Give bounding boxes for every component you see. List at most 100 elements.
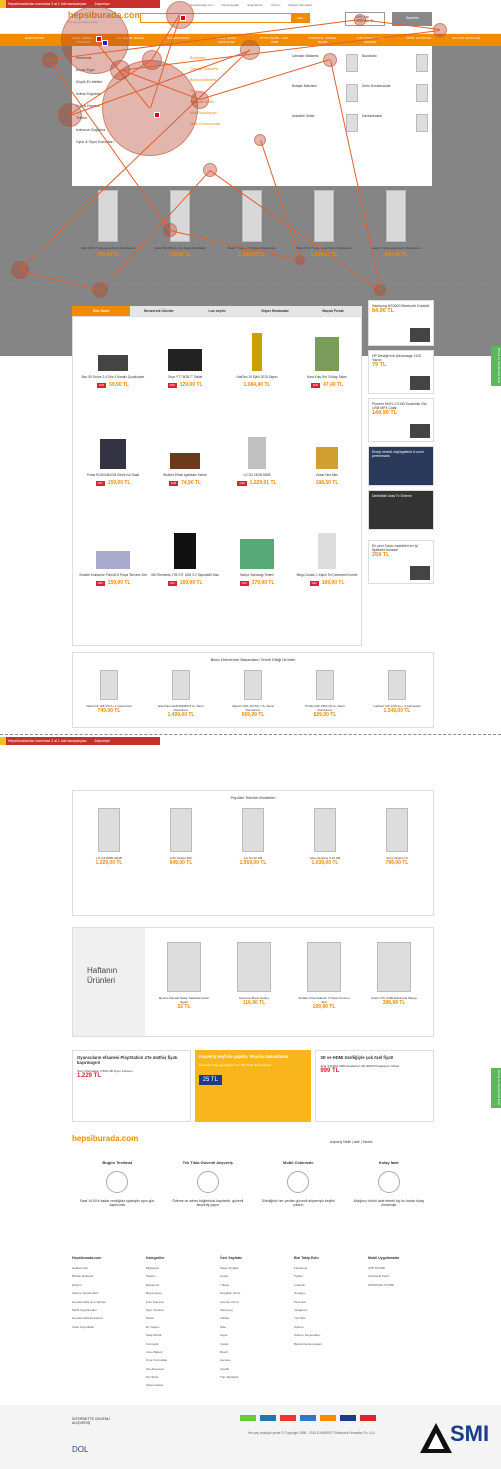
product-card[interactable]: Wolford Erkek Ayakkabı Kahve %38 74,90 TL: [149, 429, 221, 486]
product-card[interactable]: Decomix Bovel Sehpa 116,90 TL: [227, 942, 282, 1010]
side-ad[interactable]: Pioneer MVH-171UB Kuranlıklı Oto USB MP3…: [368, 398, 434, 442]
footer-link[interactable]: Hakkımızda: [72, 1266, 138, 1270]
footer-link[interactable]: Ödeme Seçenekleri: [294, 1333, 360, 1337]
footer-link[interactable]: Outlet: [220, 1274, 286, 1278]
featured-category[interactable]: Bulaşık Makinesi: [292, 84, 362, 106]
product-card[interactable]: Sony Xperia C3 799,00 TL: [370, 808, 425, 866]
footer-link[interactable]: Telefon: [146, 1274, 212, 1278]
footer-link[interactable]: Yılbaşı: [220, 1283, 286, 1287]
featured-category[interactable]: Davlumbazlar: [362, 114, 432, 136]
footer-link[interactable]: Pet Shop: [146, 1375, 212, 1379]
ps4-banner[interactable]: Oyuncuların efsanesi PlayStation 4'te mü…: [72, 1050, 191, 1122]
product-card[interactable]: WD Elements 1TB 2.5" USB 3.0 Taşınabilir…: [149, 529, 221, 586]
footer-logo[interactable]: hepsiburada.com: [72, 1134, 138, 1143]
footer-link[interactable]: Ödeme Seçenekleri: [72, 1291, 138, 1295]
product-card[interactable]: Ziraat Tam Altın 188,50 TL: [291, 429, 363, 486]
footer-link[interactable]: Oto Aksesuar: [146, 1367, 212, 1371]
featured-category[interactable]: Ankastre Setler: [292, 114, 362, 136]
footer-link[interactable]: Moda: [146, 1316, 212, 1320]
footer-link[interactable]: Süper Fiyatlar: [220, 1266, 286, 1270]
product-card[interactable]: Bahçe Salıncağı Tenteli %24 379,90 TL: [221, 529, 293, 586]
campaign-notice-repeat[interactable]: Hepsiburada'dan inanılmaz 3 al 1 öde kam…: [0, 737, 160, 745]
footer-links[interactable]: Alışveriş Takibi | İade | Yardım: [330, 1140, 372, 1144]
product-card[interactable]: Bingo Dondu 1 Kapılı Tel Çekmeceli Kombi…: [291, 529, 363, 586]
product-card[interactable]: Moonie Dantelli Saten Sabahlık Kadın Siy…: [157, 942, 212, 1010]
footer-link[interactable]: Tüm Markalar: [220, 1375, 286, 1379]
deal-card[interactable]: Uğur UDF 7 Çekmeceli Derin Dondurucu 749,…: [76, 186, 140, 276]
product-card[interactable]: Electrolux EUF2330DOX A+ Derin Dondurucu…: [154, 670, 209, 718]
feedback-tab[interactable]: Görüş ve önerilerinizi iletin: [491, 346, 501, 386]
footer-link[interactable]: Spor Outdoor: [146, 1308, 212, 1312]
nav-item[interactable]: KİTAP, MÜZİK, FİLM, HOBİ: [253, 34, 297, 46]
search-button[interactable]: ARA: [291, 14, 309, 22]
footer-link[interactable]: Anne Bebek: [146, 1350, 212, 1354]
footer-link[interactable]: Mobil Uygulamalar: [72, 1308, 138, 1312]
toplink[interactable]: Kampanyalar: [222, 3, 240, 7]
footer-link[interactable]: Bosch: [220, 1350, 286, 1354]
footer-link[interactable]: YouTube: [294, 1316, 360, 1320]
footer-link[interactable]: Kozmetik: [146, 1342, 212, 1346]
footer-link[interactable]: Hepsiburada'da Kariyer: [72, 1316, 138, 1320]
campaign-notice[interactable]: Hepsiburada'dan inanılmaz 3 al 1 öde kam…: [0, 0, 160, 8]
side-ad[interactable]: HP Deskjet Ink Advantage 1115 Yazıcı 79 T…: [368, 350, 434, 394]
toplink[interactable]: Hepsiburada.com: [190, 3, 214, 7]
product-card[interactable]: Puma PU103461004 Erkek Kol Saati %27 159,0…: [77, 429, 149, 486]
featured-category[interactable]: Derin Dondurucular: [362, 84, 432, 106]
nav-item[interactable]: ELEKTRONİK: [13, 34, 57, 46]
footer-link[interactable]: Süpermarket: [146, 1383, 212, 1387]
nav-item[interactable]: EN ÇOK SATANLAR: [445, 34, 489, 46]
toplink[interactable]: Müşteri Hizmetleri: [288, 3, 312, 7]
footer-link[interactable]: Anneler Günü: [220, 1300, 286, 1304]
footer-link[interactable]: Elektronik: [146, 1283, 212, 1287]
footer-link[interactable]: Vestel: [220, 1342, 286, 1346]
footer-link[interactable]: Oyun Konsolları: [146, 1358, 212, 1362]
featured-category[interactable]: Buzdolabı: [362, 54, 432, 76]
product-card[interactable]: HTC Desire 816 649,00 TL: [154, 808, 209, 866]
product-card[interactable]: Liebherr GP 1476 A++ 4 Çekmeceli 1.349,00…: [370, 670, 425, 718]
footer-link[interactable]: Apple: [220, 1333, 286, 1337]
footer-link[interactable]: Instagram: [294, 1308, 360, 1312]
side-ad[interactable]: En yeni Casio modelleri en iyi fiyatlarl…: [368, 540, 434, 584]
deal-card[interactable]: Vestel NF 550 A+ Çift Kapılı Buzdolabı 79…: [148, 186, 212, 276]
footer-link[interactable]: Arçelik: [220, 1367, 286, 1371]
visa-banner[interactable]: Alışveriş keyfi ile yapılın, Visa ile ta…: [194, 1050, 312, 1122]
footer-link[interactable]: Facebook: [294, 1266, 360, 1270]
feedback-tab[interactable]: Görüş ve önerilerinizi iletin: [491, 1068, 501, 1108]
footer-link[interactable]: Bilgisayar: [146, 1266, 212, 1270]
side-ad[interactable]: Enerji verimli süpürgelerle A sınıfı per…: [368, 446, 434, 486]
product-card[interactable]: NatGeo 10 Eylül 2015 Sayısı 1.084,40 TL: [221, 331, 293, 388]
footer-link[interactable]: WINDOWS STORE: [368, 1283, 434, 1287]
footer-link[interactable]: Samsung: [220, 1308, 286, 1312]
product-card[interactable]: Onyx YT7 8GB 7" Tablet %28 129,00 TL: [149, 331, 221, 388]
footer-link[interactable]: İletişim: [72, 1283, 138, 1287]
tab-bucuk[interactable]: Buçuk Fırsat: [304, 306, 362, 316]
product-card[interactable]: LG G3 16GB D855 %18 1.229,01 TL: [221, 429, 293, 486]
tab-benzersiz[interactable]: Benzersiz Ürünler: [130, 306, 188, 316]
side-ad[interactable]: Derinlikte Usta Tv Önlemi: [368, 490, 434, 530]
megamenu-subitem[interactable]: Mini Buzdolapları: [190, 111, 250, 115]
product-card[interactable]: Bcu X5 Drone 2.4 Ghz 4 Kanallı Quadcopte…: [77, 331, 149, 388]
product-card[interactable]: Daha DF 195 V/3 A+ 1 Çekmeceli 749,00 TL: [82, 670, 137, 718]
tab-lux[interactable]: Lux seçim: [188, 306, 246, 316]
footer-link[interactable]: GOOGLE PLAY: [368, 1274, 434, 1278]
megamenu-subitem[interactable]: Derin Dondurucular: [190, 122, 250, 126]
footer-link[interactable]: Google+: [294, 1291, 360, 1295]
footer-link[interactable]: Beyaz Eşya: [146, 1291, 212, 1295]
projector-banner[interactable]: 3D ve HDMI özelliğiyle çok özel fiyat! Ac…: [315, 1050, 435, 1122]
toplink[interactable]: Siparişlerim: [247, 3, 263, 7]
tab-gun-sonu[interactable]: Gün Sonu: [72, 306, 130, 316]
footer-link[interactable]: İnsan Kaynakları: [72, 1325, 138, 1329]
footer-link[interactable]: Banka Kampanyaları: [294, 1342, 360, 1346]
product-card[interactable]: LG G3 D855 32GB 1.229,00 TL: [82, 808, 137, 866]
footer-link[interactable]: Foto Kamera: [146, 1300, 212, 1304]
product-card[interactable]: LG G4 32 GB 1.959,00 TL: [226, 808, 281, 866]
footer-link[interactable]: Bizden Haberler: [72, 1274, 138, 1278]
product-card[interactable]: Asus Zenfone 5 16 GB 1.039,00 TL: [298, 808, 353, 866]
footer-link[interactable]: Twitter: [294, 1274, 360, 1278]
product-card[interactable]: Kara Kutu Set 3 Kitap Takım %40 47,40 TL: [291, 331, 363, 388]
product-card[interactable]: Casio CTK-2400 Elektronik Klavye 398,99 T…: [367, 942, 422, 1010]
tab-bedava[interactable]: Süper Bedavalar: [246, 306, 304, 316]
product-card[interactable]: Profilo FZF 2353 QF A+ Derin Dondurucu 82…: [298, 670, 353, 718]
product-card[interactable]: Indesit UIAA 10 (TK) 7 A+ Derin Donduruc…: [226, 670, 281, 718]
product-card[interactable]: Schafer Diva Valentin 7 Parça Tencere Se…: [297, 942, 352, 1010]
